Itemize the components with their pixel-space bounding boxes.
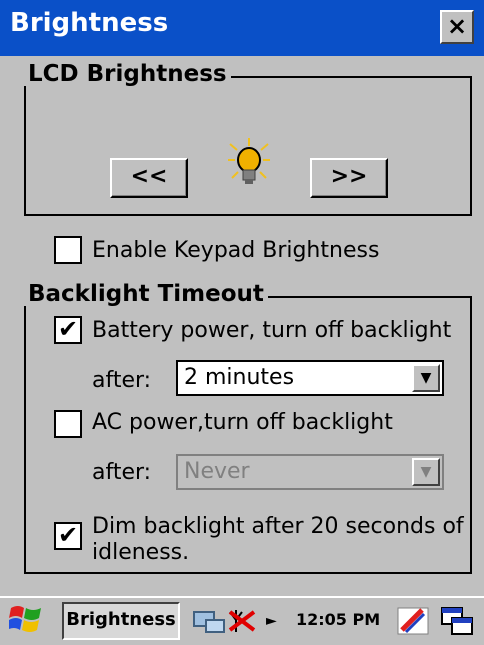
clock[interactable]: 12:05 PM — [296, 610, 380, 629]
battery-after-label: after: — [92, 368, 152, 393]
windows-flag-icon[interactable] — [6, 604, 46, 640]
battery-timeout-value: 2 minutes — [184, 365, 295, 390]
ac-backlight-checkbox[interactable] — [54, 410, 82, 438]
battery-backlight-label[interactable]: Battery power, turn off backlight — [92, 318, 451, 344]
ac-after-label: after: — [92, 460, 152, 485]
chevron-down-icon[interactable]: ▼ — [412, 364, 440, 392]
dim-backlight-label-line1[interactable]: Dim backlight after 20 seconds of — [92, 514, 464, 540]
dim-backlight-label-line2[interactable]: idleness. — [92, 540, 189, 566]
battery-backlight-checkbox[interactable]: ✔ — [54, 316, 82, 344]
close-button[interactable]: × — [440, 10, 474, 44]
play-arrow-icon: ► — [266, 613, 277, 629]
ac-timeout-select: Never ▼ — [176, 454, 444, 490]
brightness-window: Brightness × LCD Brightness << >> Enable… — [0, 0, 484, 596]
chevron-down-icon: ▼ — [412, 458, 440, 486]
network-icon[interactable] — [192, 606, 226, 645]
title-bar[interactable]: Brightness × — [0, 0, 484, 56]
backlight-timeout-legend: Backlight Timeout — [24, 282, 268, 306]
brightness-increase-button[interactable]: >> — [310, 158, 388, 198]
keypad-brightness-checkbox[interactable] — [54, 236, 82, 264]
taskbar: Brightness ► 12:05 PM — [0, 596, 484, 644]
battery-timeout-select[interactable]: 2 minutes ▼ — [176, 360, 444, 396]
desktop-icon[interactable] — [440, 606, 474, 645]
taskbar-brightness-button[interactable]: Brightness — [62, 602, 180, 640]
ac-timeout-value: Never — [184, 459, 250, 484]
lightbulb-icon — [226, 136, 272, 194]
keypad-brightness-label[interactable]: Enable Keypad Brightness — [92, 238, 379, 264]
brightness-decrease-button[interactable]: << — [110, 158, 188, 198]
pen-input-icon[interactable] — [396, 606, 430, 645]
ac-backlight-label[interactable]: AC power,turn off backlight — [92, 410, 393, 436]
lcd-brightness-legend: LCD Brightness — [24, 62, 231, 86]
window-title: Brightness — [10, 8, 169, 38]
signal-icon[interactable] — [228, 606, 262, 645]
dim-backlight-checkbox[interactable]: ✔ — [54, 522, 82, 550]
